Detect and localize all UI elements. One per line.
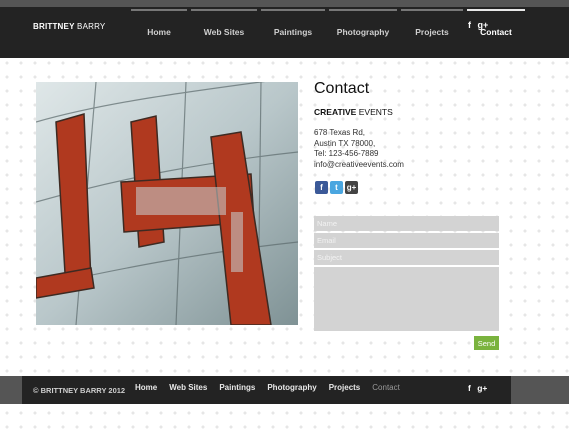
main-nav: Home Web Sites Paintings Photography Pro… [131, 9, 529, 57]
email-field[interactable] [314, 233, 499, 248]
brand-first-name: BRITTNEY [33, 22, 75, 31]
footer-nav-photography[interactable]: Photography [267, 383, 316, 392]
page-title: Contact [314, 80, 370, 97]
footer-social-links: f g+ [468, 383, 491, 393]
send-button[interactable]: Send [474, 336, 499, 350]
address-line-2: Austin TX 78000, [314, 138, 376, 148]
googleplus-icon[interactable]: g+ [477, 383, 487, 393]
airplane-fuselage-image [36, 82, 298, 325]
footer-nav-home[interactable]: Home [135, 383, 157, 392]
footer-nav-web-sites[interactable]: Web Sites [169, 383, 207, 392]
name-field[interactable] [314, 216, 499, 231]
twitter-icon[interactable]: t [330, 181, 343, 194]
facebook-icon[interactable]: f [315, 181, 328, 194]
footer-nav: Home Web Sites Paintings Photography Pro… [135, 383, 412, 392]
subject-field[interactable] [314, 250, 499, 265]
copyright-text: © BRITTNEY BARRY 2012 [33, 386, 126, 395]
nav-photography[interactable]: Photography [329, 9, 397, 57]
footer-nav-contact[interactable]: Contact [372, 383, 400, 392]
top-nav-bar: BRITTNEY BARRY Home Web Sites Paintings … [0, 0, 569, 58]
footer-nav-projects[interactable]: Projects [329, 383, 361, 392]
brand-last-name: BARRY [77, 22, 106, 31]
email-link[interactable]: info@creativeevents.com [314, 160, 404, 171]
footer-bar: © BRITTNEY BARRY 2012 Home Web Sites Pai… [0, 376, 569, 404]
nav-contact[interactable]: Contact [467, 9, 525, 57]
facebook-icon[interactable]: f [468, 383, 471, 393]
header-social-links: f g+ [468, 20, 492, 30]
company-name: CREATIVE EVENTS [314, 107, 393, 117]
facebook-icon[interactable]: f [468, 20, 471, 30]
company-name-bold: CREATIVE [314, 107, 357, 117]
phone-number: Tel: 123-456-7889 [314, 149, 379, 158]
message-field[interactable] [314, 267, 499, 331]
nav-projects[interactable]: Projects [401, 9, 463, 57]
nav-web-sites[interactable]: Web Sites [191, 9, 257, 57]
nav-paintings[interactable]: Paintings [261, 9, 325, 57]
featured-photo [36, 82, 298, 325]
googleplus-icon[interactable]: g+ [478, 20, 489, 30]
googleplus-icon[interactable]: g+ [345, 181, 358, 194]
company-name-rest: EVENTS [358, 107, 393, 117]
address-line-1: 678 Texas Rd, [314, 128, 365, 137]
nav-home[interactable]: Home [131, 9, 187, 57]
contact-details: 678 Texas Rd, Austin TX 78000, Tel: 123-… [314, 128, 404, 170]
site-brand[interactable]: BRITTNEY BARRY [33, 22, 105, 31]
footer-nav-paintings[interactable]: Paintings [219, 383, 255, 392]
contact-social-icons: f t g+ [315, 181, 360, 194]
